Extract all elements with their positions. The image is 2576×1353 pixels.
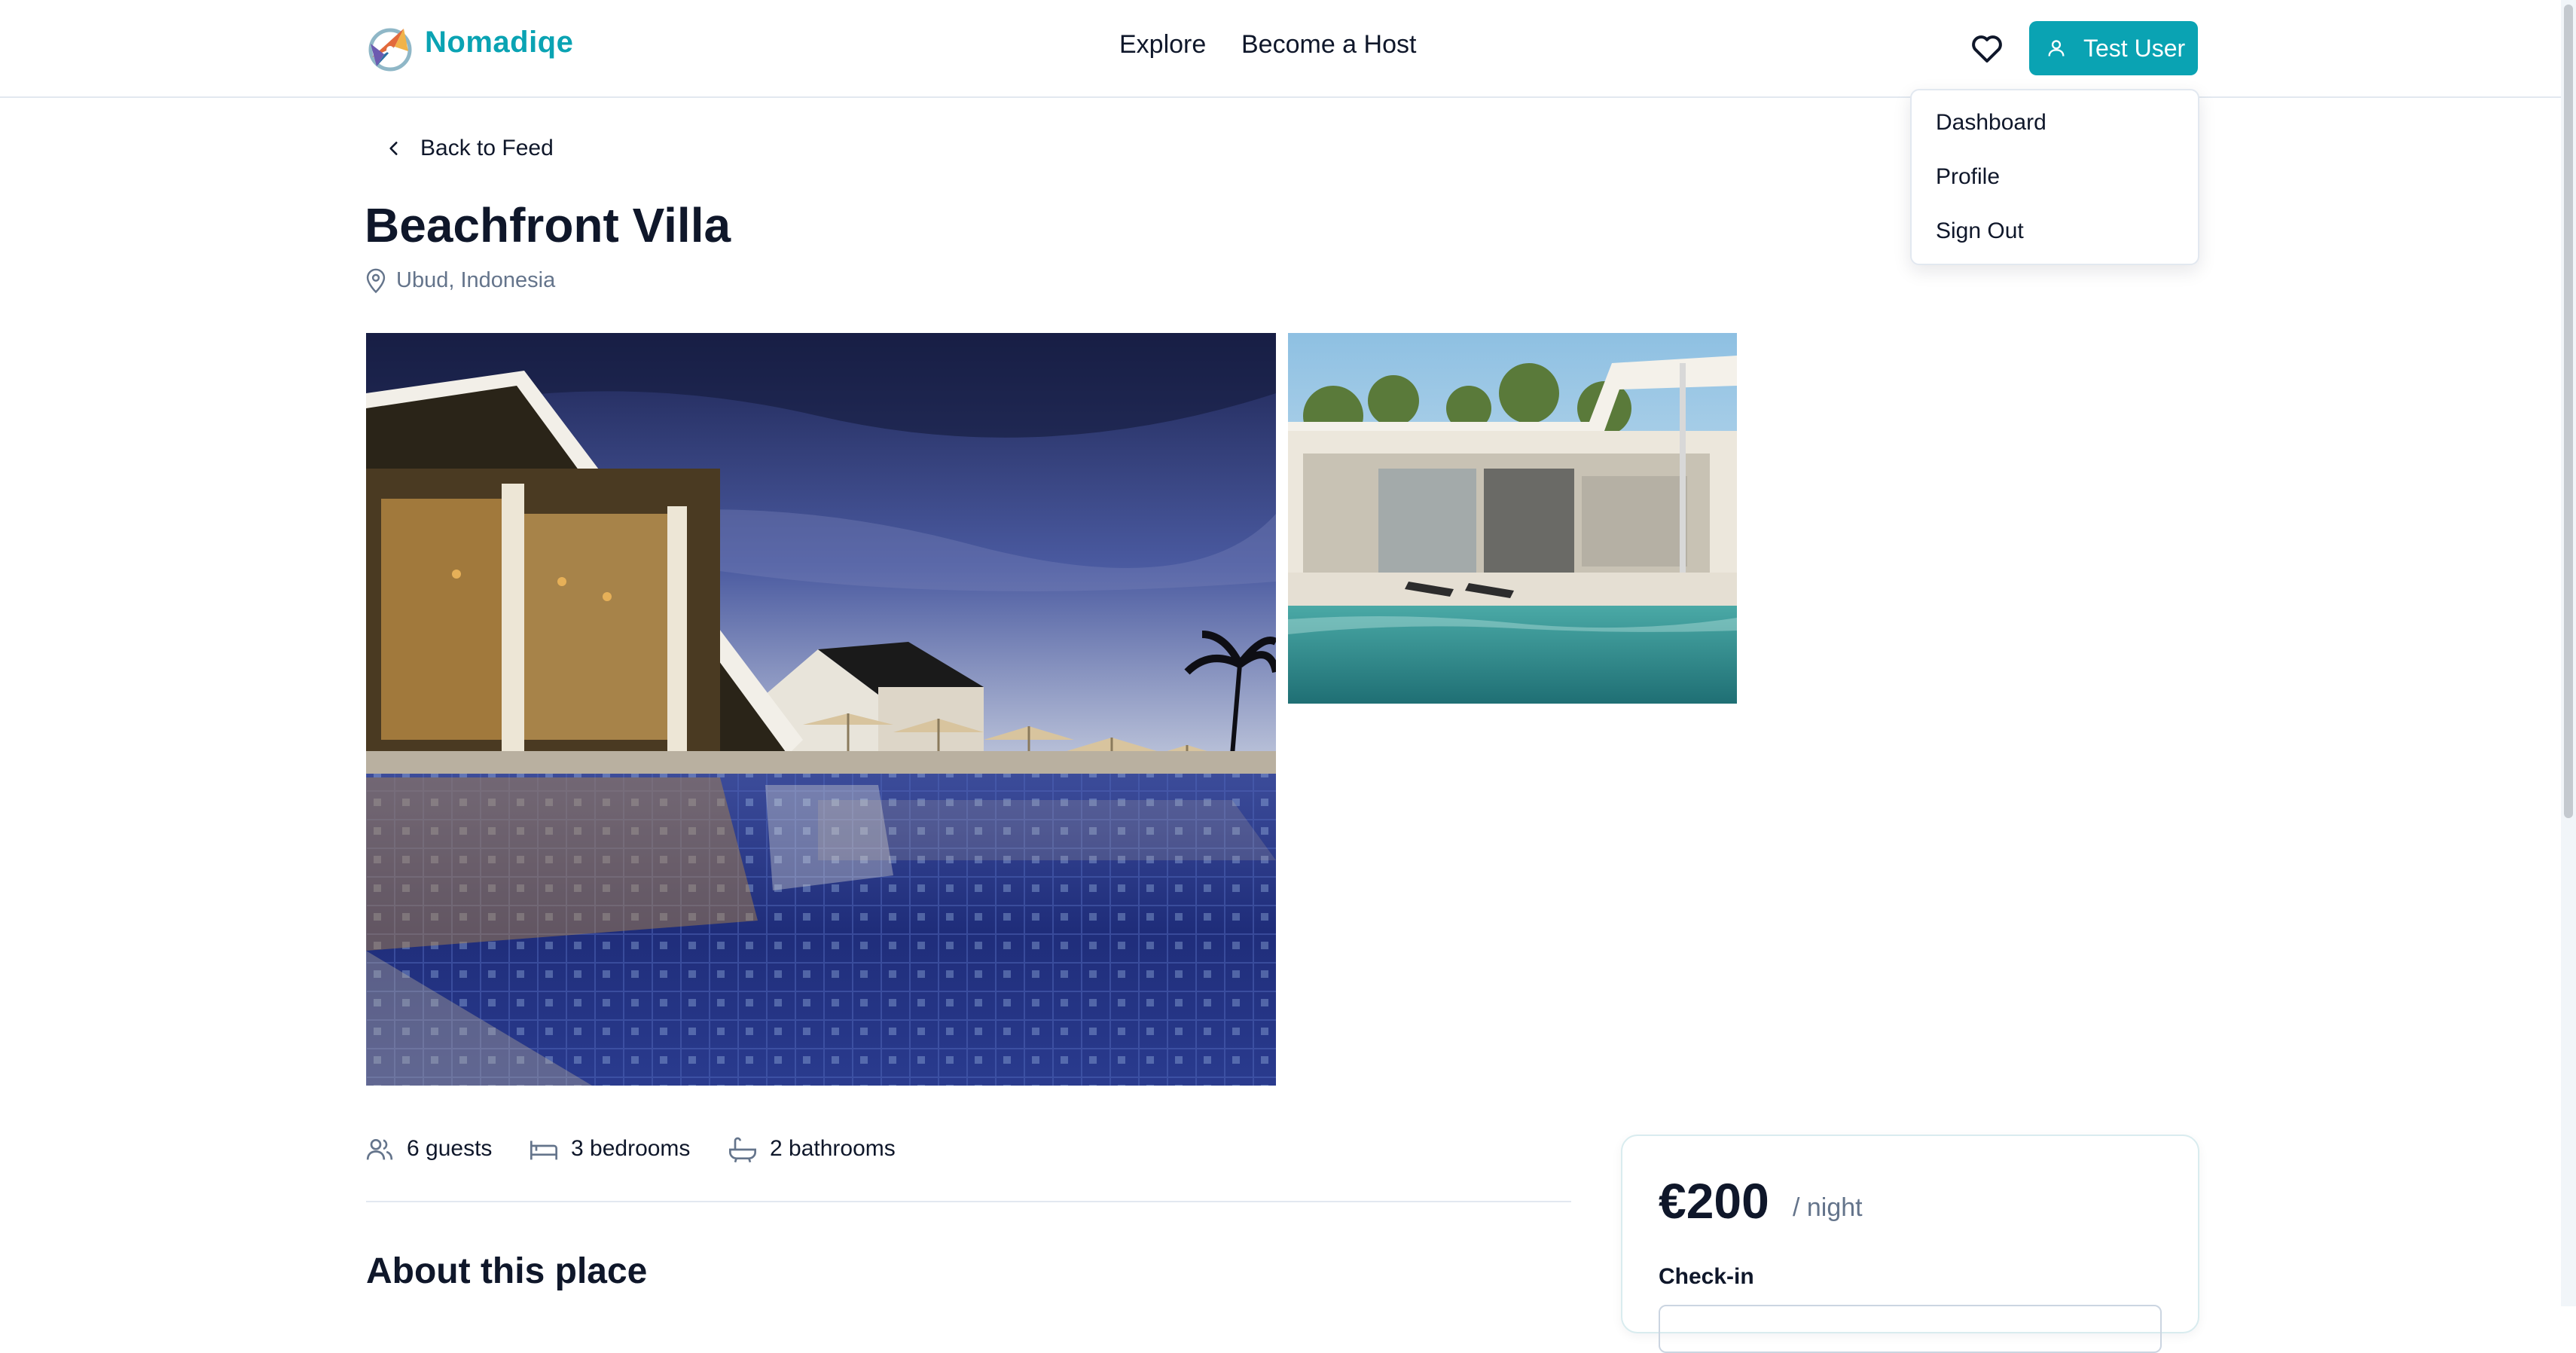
checkin-label: Check-in (1659, 1264, 1754, 1289)
listing-photo-secondary[interactable] (1288, 333, 1737, 704)
listing-photo-main[interactable] (366, 333, 1276, 1086)
brand-name[interactable]: Nomadiqe (425, 26, 573, 60)
user-menu-label: Test User (2083, 35, 2186, 62)
amenity-label: 3 bedrooms (571, 1136, 691, 1161)
about-heading: About this place (366, 1251, 648, 1291)
checkin-date-field[interactable] (1659, 1305, 2162, 1353)
section-divider (366, 1201, 1571, 1202)
listing-title: Beachfront Villa (365, 198, 731, 252)
menu-item-sign-out[interactable]: Sign Out (1936, 218, 2024, 244)
user-icon (2048, 40, 2065, 57)
price-unit: / night (1793, 1193, 1863, 1222)
users-icon (366, 1139, 393, 1160)
chevron-left-icon (389, 142, 398, 155)
heart-icon[interactable] (1969, 30, 2005, 66)
back-link-label: Back to Feed (420, 136, 554, 160)
user-dropdown-menu: Dashboard Profile Sign Out (1910, 89, 2199, 265)
amenity-label: 6 guests (407, 1136, 493, 1161)
map-pin-icon (366, 268, 386, 294)
location-label: Ubud, Indonesia (396, 268, 556, 292)
amenity-label: 2 bathrooms (770, 1136, 896, 1161)
bath-icon (729, 1137, 756, 1163)
nav-become-host-link[interactable]: Become a Host (1241, 30, 1416, 60)
user-menu-button[interactable]: Test User (2029, 21, 2198, 75)
menu-item-profile[interactable]: Profile (1936, 164, 2000, 190)
compass-logo-icon[interactable] (365, 21, 416, 75)
menu-item-dashboard[interactable]: Dashboard (1936, 110, 2046, 136)
page-scrollbar-thumb[interactable] (2564, 5, 2573, 818)
top-navbar: Nomadiqe Explore Become a Host Test User (0, 0, 2561, 98)
nightly-price: €200 (1659, 1173, 1769, 1229)
booking-card: €200 / night Check-in (1621, 1135, 2199, 1353)
nav-explore-link[interactable]: Explore (1119, 30, 1206, 60)
bed-icon (530, 1141, 557, 1160)
